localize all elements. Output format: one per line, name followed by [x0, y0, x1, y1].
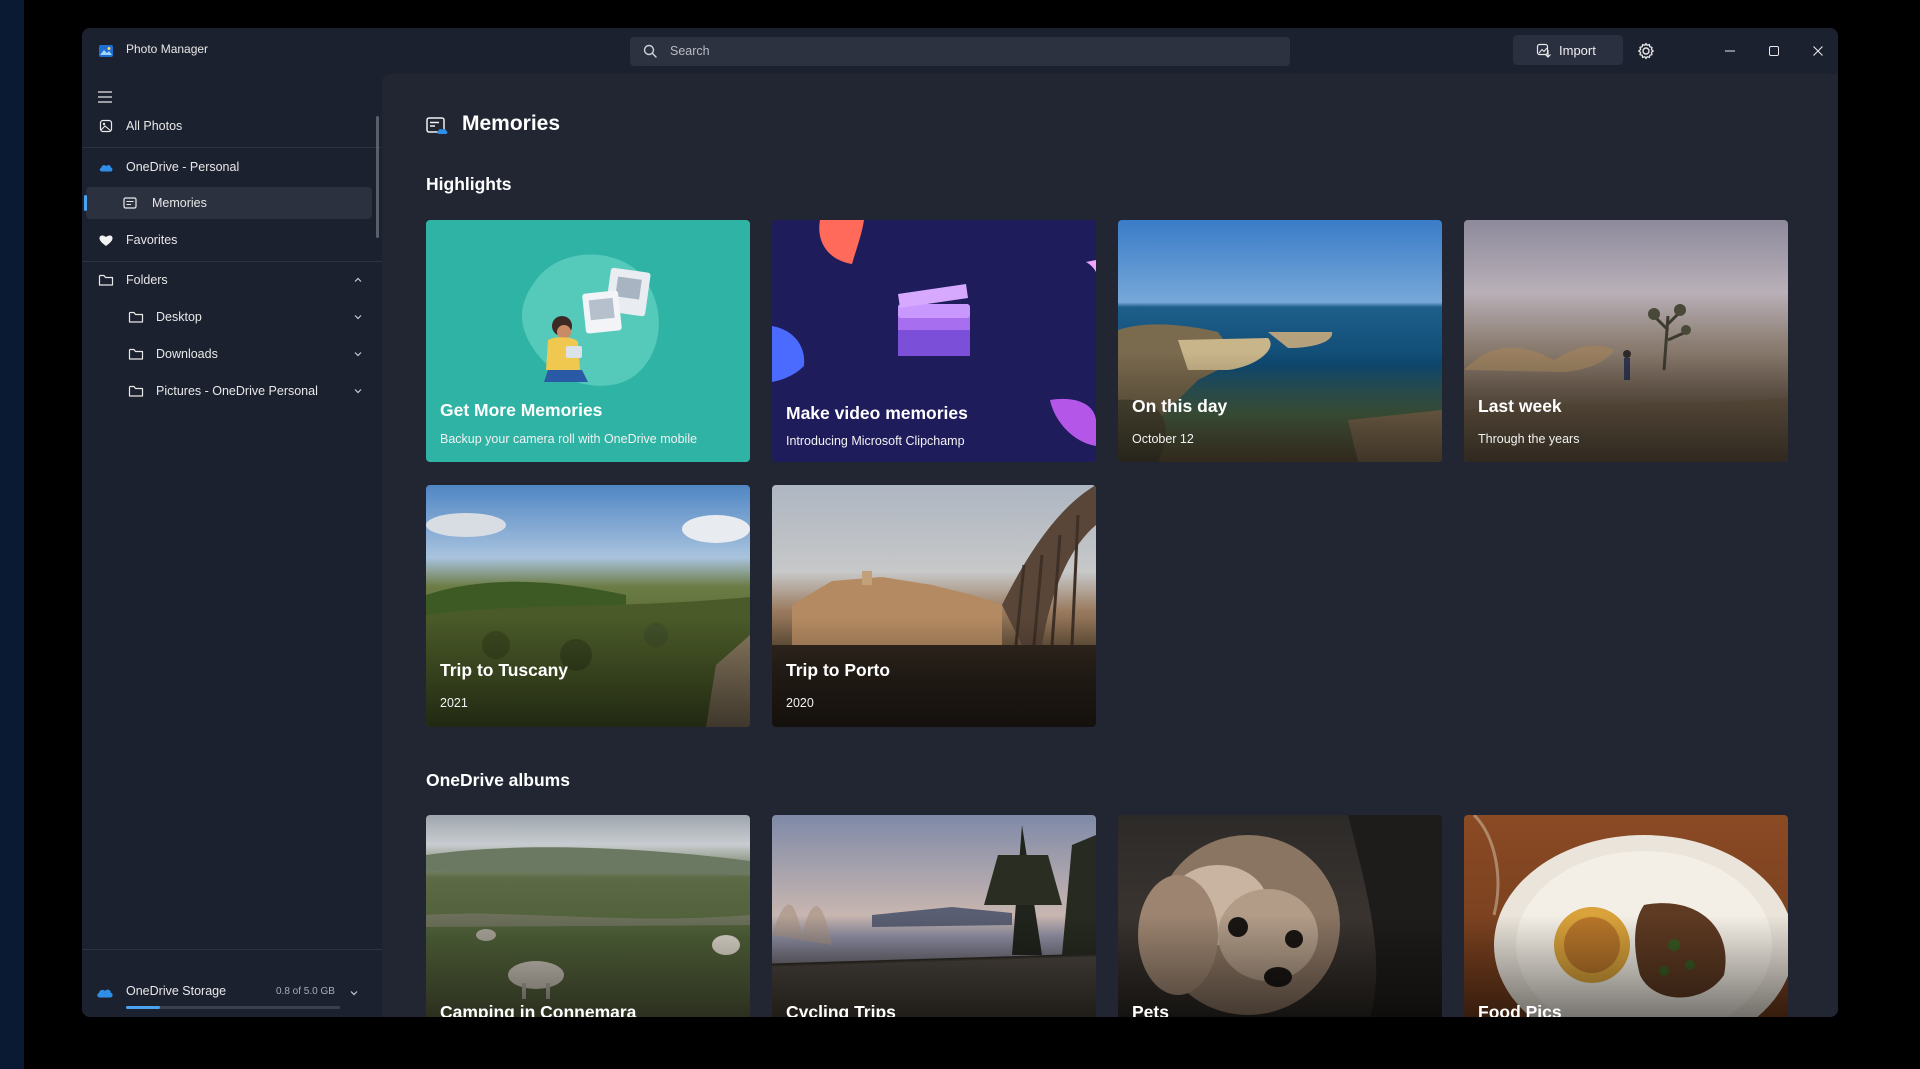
minimize-icon[interactable]	[1718, 39, 1742, 63]
sidebar-item-label: Folders	[126, 273, 168, 287]
sidebar-item-memories[interactable]: Memories	[84, 187, 372, 219]
search-icon	[643, 44, 657, 58]
highlight-card-last-week[interactable]: Last week Through the years	[1464, 220, 1788, 462]
import-icon	[1536, 43, 1551, 58]
storage-progress-fill	[126, 1006, 161, 1009]
memories-icon	[123, 197, 137, 209]
sidebar: All Photos OneDrive - Personal Memories …	[82, 74, 382, 1017]
chevron-down-icon[interactable]	[352, 385, 364, 397]
sidebar-item-label: Downloads	[156, 347, 218, 361]
sidebar-item-label: OneDrive - Personal	[126, 160, 240, 174]
album-card-camping-in-connemara[interactable]: Camping in Connemara	[426, 815, 750, 1017]
card-title: Food Pics	[1478, 1002, 1562, 1017]
highlight-card-get-more-memories[interactable]: Get More Memories Backup your camera rol…	[426, 220, 750, 462]
sidebar-item-all-photos[interactable]: All Photos	[86, 110, 376, 142]
search-placeholder: Search	[670, 44, 710, 58]
card-title: Last week	[1478, 396, 1562, 416]
card-title: Camping in Connemara	[440, 1002, 637, 1017]
import-label: Import	[1559, 43, 1596, 58]
card-title: Cycling Trips	[786, 1002, 896, 1017]
memories-illustration	[521, 254, 659, 386]
sidebar-divider	[82, 147, 382, 148]
sidebar-item-pictures-onedrive[interactable]: Pictures - OneDrive Personal	[86, 375, 376, 407]
card-subtitle: 2020	[786, 696, 814, 710]
main-content: Memories Highlights Get More Memories Ba…	[382, 74, 1838, 1017]
sidebar-item-label: Favorites	[126, 233, 178, 247]
app-title: Photo Manager	[126, 42, 209, 56]
close-icon[interactable]	[1806, 39, 1830, 63]
sidebar-item-label: Desktop	[156, 310, 202, 324]
sidebar-item-downloads[interactable]: Downloads	[86, 338, 376, 370]
card-title: Trip to Tuscany	[440, 660, 569, 680]
card-subtitle: Through the years	[1478, 432, 1580, 446]
card-title: Make video memories	[786, 403, 968, 423]
highlight-card-trip-to-tuscany[interactable]: Trip to Tuscany 2021	[426, 485, 750, 727]
sidebar-item-desktop[interactable]: Desktop	[86, 301, 376, 333]
sidebar-scrollbar[interactable]	[376, 116, 379, 238]
folder-icon	[128, 348, 144, 360]
app-logo-icon	[99, 45, 113, 57]
card-subtitle: 2021	[440, 696, 468, 710]
card-title: Pets	[1132, 1002, 1169, 1017]
onedrive-cloud-icon	[99, 165, 113, 172]
chevron-down-icon[interactable]	[348, 987, 360, 999]
heart-icon	[99, 235, 113, 246]
page-title: Memories	[462, 112, 561, 135]
title-bar: Photo Manager Search Import	[82, 28, 1838, 74]
maximize-icon[interactable]	[1762, 39, 1786, 63]
import-button[interactable]: Import	[1513, 35, 1623, 65]
card-title: Get More Memories	[440, 400, 603, 420]
sidebar-item-onedrive-personal[interactable]: OneDrive - Personal	[86, 151, 376, 183]
hamburger-menu-icon[interactable]	[96, 88, 114, 106]
sidebar-item-favorites[interactable]: Favorites	[86, 224, 376, 256]
photo-manager-window: Photo Manager Search Import All Photos O…	[82, 28, 1838, 1017]
card-subtitle: Backup your camera roll with OneDrive mo…	[440, 432, 698, 446]
sidebar-item-folders[interactable]: Folders	[86, 264, 376, 296]
search-input[interactable]: Search	[630, 37, 1290, 66]
album-card-pets[interactable]: Pets	[1118, 815, 1442, 1017]
card-title: On this day	[1132, 396, 1228, 416]
chevron-down-icon[interactable]	[352, 311, 364, 323]
highlight-card-on-this-day[interactable]: On this day October 12	[1118, 220, 1442, 462]
storage-label: OneDrive Storage	[126, 984, 227, 998]
card-subtitle: October 12	[1132, 432, 1194, 446]
folder-icon	[98, 274, 114, 286]
highlight-card-trip-to-porto[interactable]: Trip to Porto 2020	[772, 485, 1096, 727]
sidebar-item-label: Pictures - OneDrive Personal	[156, 384, 318, 398]
storage-progress-bar	[126, 1006, 340, 1009]
sidebar-item-label: All Photos	[126, 119, 183, 133]
highlights-heading: Highlights	[426, 174, 512, 194]
chevron-up-icon[interactable]	[352, 274, 364, 286]
card-subtitle: Introducing Microsoft Clipchamp	[786, 434, 965, 448]
onedrive-cloud-icon	[97, 989, 113, 998]
album-card-food-pics[interactable]: Food Pics	[1464, 815, 1788, 1017]
settings-gear-icon[interactable]	[1634, 39, 1658, 63]
album-card-cycling-trips[interactable]: Cycling Trips	[772, 815, 1096, 1017]
card-title: Trip to Porto	[786, 660, 891, 680]
chevron-down-icon[interactable]	[352, 348, 364, 360]
clipchamp-illustration	[772, 220, 1096, 446]
onedrive-albums-heading: OneDrive albums	[426, 770, 570, 790]
folder-icon	[128, 311, 144, 323]
storage-amount: 0.8 of 5.0 GB	[276, 986, 335, 997]
sidebar-divider	[82, 261, 382, 262]
folder-icon	[128, 385, 144, 397]
memories-icon	[426, 117, 448, 134]
desktop-edge	[0, 0, 24, 1069]
highlight-card-make-video-memories[interactable]: Make video memories Introducing Microsof…	[772, 220, 1096, 462]
sidebar-item-label: Memories	[152, 196, 207, 210]
photos-icon	[99, 119, 113, 133]
onedrive-storage[interactable]: OneDrive Storage 0.8 of 5.0 GB	[82, 949, 382, 1017]
